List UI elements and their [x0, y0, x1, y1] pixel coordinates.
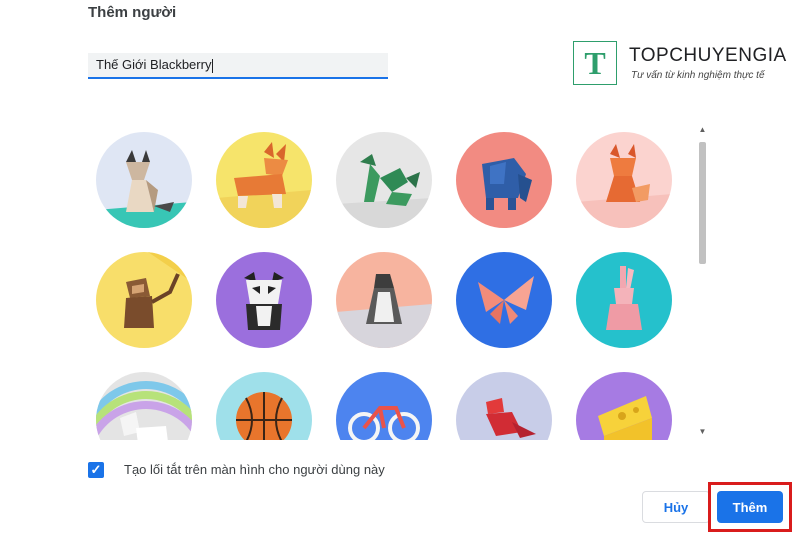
watermark-tagline: Tư vấn từ kinh nghiệm thực tế	[631, 70, 765, 81]
avatar-unicorn[interactable]	[96, 372, 192, 440]
avatar-elephant[interactable]	[456, 132, 552, 228]
shortcut-checkbox[interactable]: ✓	[88, 462, 104, 478]
highlight-box	[708, 482, 792, 532]
cancel-button[interactable]: Hủy	[642, 491, 710, 523]
text-caret	[212, 58, 214, 73]
avatar-penguin[interactable]	[336, 252, 432, 348]
checkmark-icon: ✓	[90, 462, 102, 477]
avatar-dragon[interactable]	[336, 132, 432, 228]
scroll-up-icon[interactable]: ▲	[696, 124, 709, 136]
avatar-scrollbar[interactable]: ▲ ▼	[696, 124, 709, 438]
avatar-bird[interactable]	[456, 372, 552, 440]
monkey-icon	[96, 252, 192, 348]
avatar-cheese[interactable]	[576, 372, 672, 440]
scroll-down-icon[interactable]: ▼	[696, 426, 709, 438]
avatar-corgi[interactable]	[216, 132, 312, 228]
rabbit-icon	[576, 252, 672, 348]
avatar-monkey[interactable]	[96, 252, 192, 348]
basketball-icon	[216, 372, 312, 440]
dialog-title: Thêm người	[88, 4, 177, 21]
logo-t-icon: T	[573, 41, 617, 85]
dragon-icon	[336, 132, 432, 228]
avatar-butterfly[interactable]	[456, 252, 552, 348]
name-input-value: Thế Giới Blackberry	[96, 57, 212, 72]
penguin-icon	[336, 252, 432, 348]
avatar-grid	[88, 122, 688, 440]
avatar-panda[interactable]	[216, 252, 312, 348]
corgi-icon	[216, 132, 312, 228]
elephant-icon	[456, 132, 552, 228]
unicorn-icon	[96, 372, 192, 440]
avatar-bicycle[interactable]	[336, 372, 432, 440]
name-input[interactable]: Thế Giới Blackberry	[88, 53, 388, 79]
shortcut-label: Tạo lối tắt trên màn hình cho người dùng…	[124, 462, 385, 477]
avatar-basketball[interactable]	[216, 372, 312, 440]
avatar-rabbit[interactable]	[576, 252, 672, 348]
bird-icon	[456, 372, 552, 440]
cat-icon	[96, 132, 192, 228]
fox-icon	[576, 132, 672, 228]
bicycle-icon	[336, 372, 432, 440]
watermark-logo: T TOPCHUYENGIA Tư vấn từ kinh nghiệm thự…	[573, 41, 786, 87]
panda-icon	[216, 252, 312, 348]
scrollbar-thumb[interactable]	[699, 142, 706, 264]
watermark-name: TOPCHUYENGIA	[629, 45, 787, 66]
avatar-fox[interactable]	[576, 132, 672, 228]
avatar-cat[interactable]	[96, 132, 192, 228]
butterfly-icon	[456, 252, 552, 348]
cheese-icon	[576, 372, 672, 440]
